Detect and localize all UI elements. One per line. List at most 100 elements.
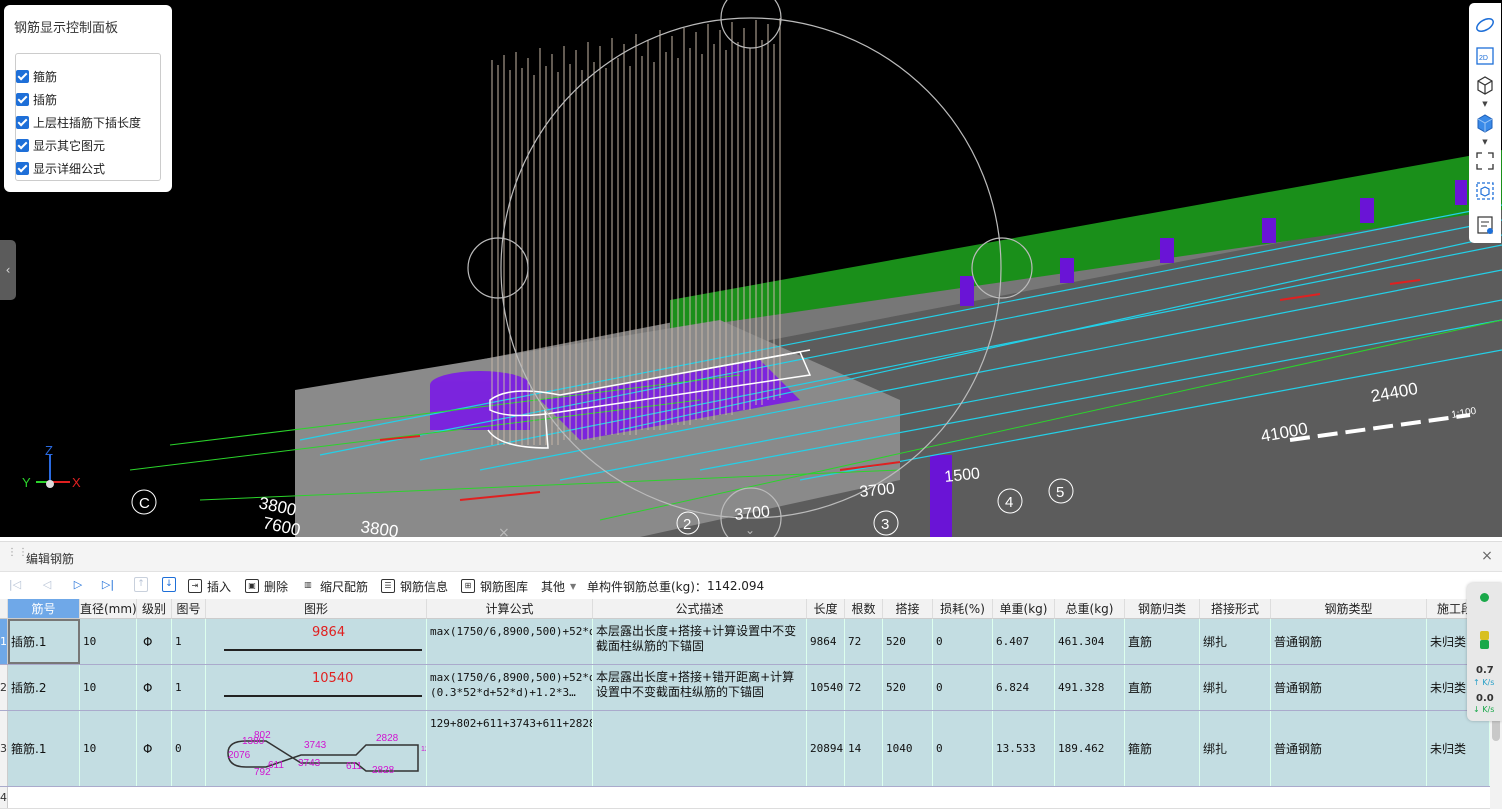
checkbox-show-other-elements[interactable]: [16, 138, 29, 152]
cell-name[interactable]: 箍筋.1: [8, 711, 80, 786]
cell-shape[interactable]: 802 1380 3743 2828 2076 611 3743 792 611…: [206, 711, 427, 786]
row-number[interactable]: 4: [0, 787, 8, 808]
row-number[interactable]: 2: [0, 665, 8, 710]
col-header[interactable]: 单重(kg): [993, 599, 1055, 619]
cell-lap-type[interactable]: 绑扎: [1200, 665, 1271, 710]
cell-lap[interactable]: 520: [883, 619, 933, 664]
option-stirrup[interactable]: 箍筋: [16, 67, 57, 85]
cell-diameter[interactable]: 10: [80, 665, 137, 710]
move-up-icon[interactable]: ↑: [134, 577, 148, 592]
cell-shape[interactable]: 9864: [206, 619, 427, 664]
table-row[interactable]: 1 插筋.1 10 Φ 1 9864 max(1750/6,8900,500)+…: [0, 619, 1490, 665]
cell-length[interactable]: 10540: [807, 665, 845, 710]
cell-lap[interactable]: 520: [883, 665, 933, 710]
option-show-other-elements[interactable]: 显示其它图元: [16, 136, 105, 154]
fullscreen-icon[interactable]: [1475, 151, 1495, 171]
col-header[interactable]: 钢筋归类: [1125, 599, 1200, 619]
cell-shape-no[interactable]: 1: [172, 619, 206, 664]
cell-lap[interactable]: 1040: [883, 711, 933, 786]
move-down-icon[interactable]: ↓: [162, 577, 176, 592]
cell-loss[interactable]: 0: [933, 619, 993, 664]
table-row[interactable]: 2 插筋.2 10 Φ 1 10540 max(1750/6,8900,500)…: [0, 665, 1490, 711]
cell-loss[interactable]: 0: [933, 665, 993, 710]
cell-loss[interactable]: 0: [933, 711, 993, 786]
drag-grip-icon[interactable]: ⋮⋮: [7, 548, 28, 564]
table-row[interactable]: 3 箍筋.1 10 Φ 0 802 1380 3743 2828 2076 61…: [0, 711, 1490, 787]
other-dropdown[interactable]: 其他 ▼: [541, 577, 576, 595]
checkbox-show-detailed-formula[interactable]: [16, 161, 29, 175]
cell-lap-type[interactable]: 绑扎: [1200, 711, 1271, 786]
first-record-icon[interactable]: |◁: [8, 578, 22, 592]
last-record-icon[interactable]: ▷|: [101, 578, 115, 592]
cell-total-weight[interactable]: 189.462: [1055, 711, 1125, 786]
solid-box-icon[interactable]: [1475, 113, 1495, 133]
rebar-library-button[interactable]: ⊞ 钢筋图库: [461, 577, 528, 595]
table-row-empty[interactable]: 4: [0, 787, 1490, 809]
col-header[interactable]: 筋号: [8, 599, 80, 619]
row-number[interactable]: 3: [0, 711, 8, 786]
collapse-left-handle[interactable]: ‹: [0, 240, 16, 300]
col-header[interactable]: 损耗(%): [933, 599, 993, 619]
cell-unit-weight[interactable]: 6.407: [993, 619, 1055, 664]
option-upper-dowel-length[interactable]: 上层柱插筋下插长度: [16, 113, 141, 131]
box-view-icon[interactable]: [1475, 75, 1495, 95]
col-header[interactable]: 根数: [845, 599, 883, 619]
col-header[interactable]: 直径(mm): [80, 599, 137, 619]
col-header[interactable]: 公式描述: [593, 599, 807, 619]
option-dowel[interactable]: 插筋: [16, 90, 57, 108]
cell-shape[interactable]: 10540: [206, 665, 427, 710]
col-header[interactable]: 图形: [206, 599, 427, 619]
cell-count[interactable]: 72: [845, 665, 883, 710]
checkbox-dowel[interactable]: [16, 92, 29, 106]
cell-formula[interactable]: max(1750/6,8900,500)+52*d+1*(0.3*52*d+52…: [427, 665, 593, 710]
cell-category[interactable]: 直筋: [1125, 619, 1200, 664]
cell-shape-no[interactable]: 0: [172, 711, 206, 786]
2d-view-icon[interactable]: 2D: [1475, 46, 1495, 66]
cell-name[interactable]: 插筋.2: [8, 665, 80, 710]
col-header[interactable]: 搭接: [883, 599, 933, 619]
cell-count[interactable]: 14: [845, 711, 883, 786]
col-header[interactable]: 图号: [172, 599, 206, 619]
cell-unit-weight[interactable]: 13.533: [993, 711, 1055, 786]
rebar-info-button[interactable]: ☰ 钢筋信息: [381, 577, 448, 595]
cell-lap-type[interactable]: 绑扎: [1200, 619, 1271, 664]
col-header[interactable]: 搭接形式: [1200, 599, 1271, 619]
cell-grade[interactable]: Φ: [137, 665, 172, 710]
box-view-dropdown-icon[interactable]: ▼: [1481, 101, 1489, 108]
cell-diameter[interactable]: 10: [80, 619, 137, 664]
checkbox-stirrup[interactable]: [16, 69, 29, 83]
cell-description[interactable]: [593, 711, 807, 786]
col-header[interactable]: 计算公式: [427, 599, 593, 619]
layer-icon[interactable]: [1475, 181, 1495, 201]
option-show-detailed-formula[interactable]: 显示详细公式: [16, 159, 105, 177]
cell-total-weight[interactable]: 461.304: [1055, 619, 1125, 664]
solid-box-dropdown-icon[interactable]: ▼: [1481, 139, 1489, 146]
cell-formula[interactable]: max(1750/6,8900,500)+52*d+1.2*37*d: [427, 619, 593, 664]
col-header[interactable]: 级别: [137, 599, 172, 619]
cell-rebar-type[interactable]: 普通钢筋: [1271, 665, 1427, 710]
previous-record-icon[interactable]: ◁: [40, 578, 54, 592]
cell-length[interactable]: 9864: [807, 619, 845, 664]
insert-button[interactable]: ⇥ 插入: [188, 577, 231, 595]
cell-name[interactable]: 插筋.1: [8, 619, 80, 664]
cell-shape-no[interactable]: 1: [172, 665, 206, 710]
report-icon[interactable]: [1475, 215, 1495, 235]
col-header[interactable]: 钢筋类型: [1271, 599, 1427, 619]
cell-description[interactable]: 本层露出长度+搭接+错开距离+计算设置中不变截面柱纵筋的下锚固: [593, 665, 807, 710]
cell-unit-weight[interactable]: 6.824: [993, 665, 1055, 710]
cell-category[interactable]: 直筋: [1125, 665, 1200, 710]
cell-description[interactable]: 本层露出长度+搭接+计算设置中不变截面柱纵筋的下锚固: [593, 619, 807, 664]
scale-rebar-button[interactable]: ▥ 缩尺配筋: [301, 577, 368, 595]
cell-length[interactable]: 20894: [807, 711, 845, 786]
cell-rebar-type[interactable]: 普通钢筋: [1271, 619, 1427, 664]
cell-diameter[interactable]: 10: [80, 711, 137, 786]
rebar-3d-scene[interactable]: ⌄ × C 2 3 4 5 3800 7600 3800 3700 3700 1…: [0, 0, 1502, 537]
cell-category[interactable]: 箍筋: [1125, 711, 1200, 786]
delete-button[interactable]: ▣ 删除: [245, 577, 288, 595]
cell-total-weight[interactable]: 491.328: [1055, 665, 1125, 710]
3d-viewport[interactable]: ⌄ × C 2 3 4 5 3800 7600 3800 3700 3700 1…: [0, 0, 1502, 537]
close-icon[interactable]: ×: [1478, 547, 1496, 565]
next-record-icon[interactable]: ▷: [71, 578, 85, 592]
cell-count[interactable]: 72: [845, 619, 883, 664]
checkbox-upper-dowel-length[interactable]: [16, 115, 29, 129]
